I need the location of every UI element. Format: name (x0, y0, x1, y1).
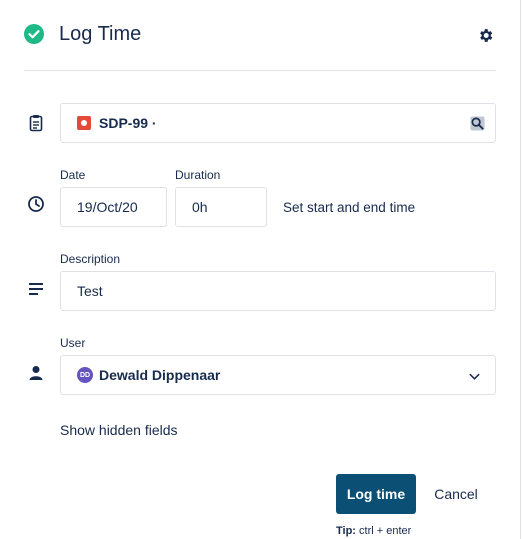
gear-icon[interactable] (477, 27, 494, 44)
show-hidden-fields-link[interactable]: Show hidden fields (60, 422, 178, 438)
description-label: Description (60, 252, 121, 266)
duration-value: 0h (192, 199, 208, 215)
header-divider (24, 70, 496, 71)
chevron-down-icon (469, 373, 480, 380)
issue-key: SDP-99 · (99, 115, 157, 131)
duration-field[interactable]: 0h (175, 187, 267, 227)
date-value: 19/Oct/20 (77, 199, 138, 215)
cancel-button[interactable]: Cancel (426, 474, 486, 514)
log-time-dialog: Log Time SDP-99 · Date Duration 19/Oct/2… (0, 0, 521, 539)
log-time-button[interactable]: Log time (336, 474, 416, 514)
bug-icon (77, 116, 91, 130)
user-name: Dewald Dippenaar (99, 367, 221, 383)
check-circle-icon (24, 24, 44, 44)
tip-text: ctrl + enter (355, 525, 412, 537)
tip-label: Tip: (336, 525, 356, 537)
description-field[interactable]: Test (60, 271, 496, 311)
issue-picker[interactable]: SDP-99 · (60, 103, 496, 143)
date-field[interactable]: 19/Oct/20 (60, 187, 167, 227)
person-icon (29, 366, 43, 380)
clipboard-icon (29, 115, 43, 132)
dialog-title: Log Time (59, 23, 142, 45)
description-value: Test (77, 283, 103, 299)
date-label: Date (60, 168, 86, 182)
clock-icon (28, 196, 44, 212)
avatar: DD (77, 367, 93, 383)
shortcut-tip: Tip: ctrl + enter (336, 525, 411, 537)
user-select[interactable]: DD Dewald Dippenaar (60, 355, 496, 395)
set-start-end-link[interactable]: Set start and end time (283, 200, 415, 215)
text-lines-icon (29, 283, 43, 295)
duration-label: Duration (175, 168, 221, 182)
user-label: User (60, 336, 86, 350)
search-icon[interactable] (470, 116, 485, 131)
